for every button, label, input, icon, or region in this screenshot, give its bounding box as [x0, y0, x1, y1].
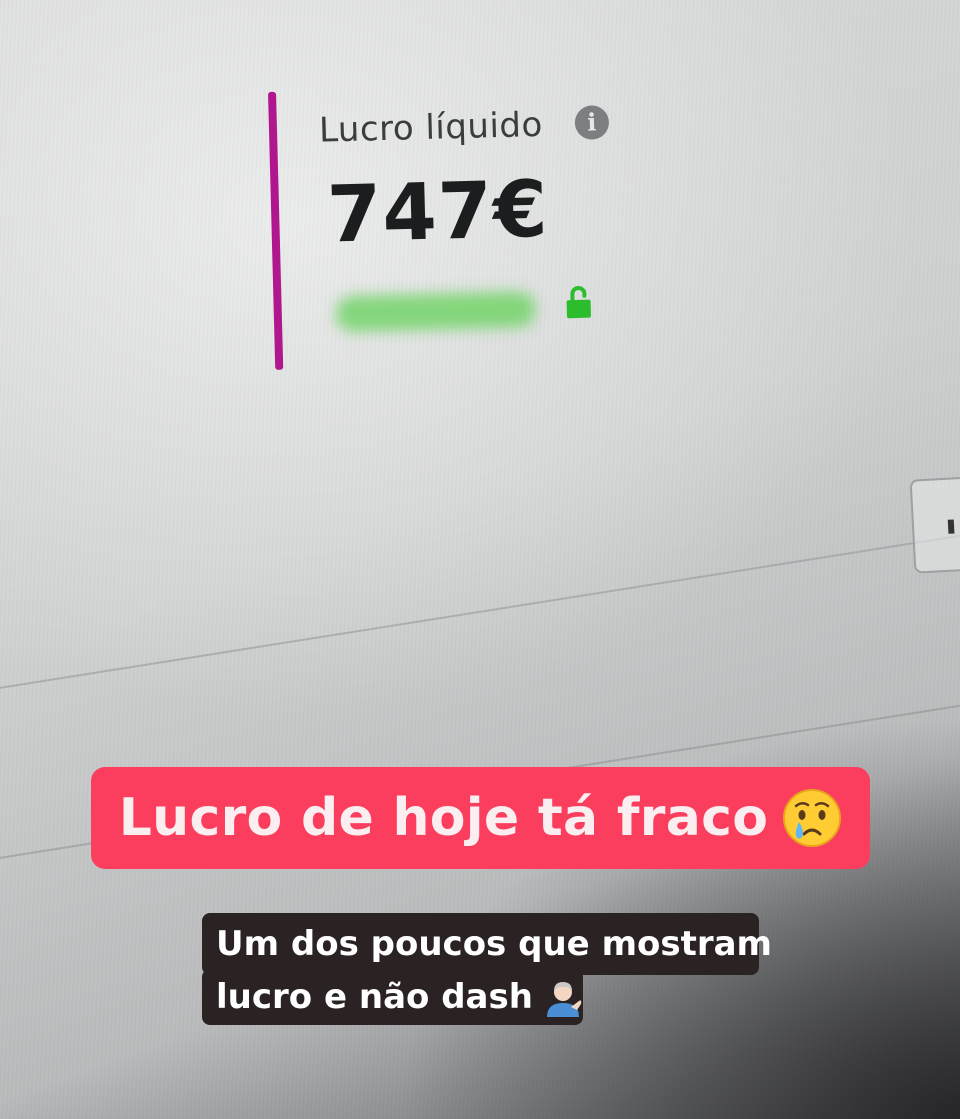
caption-text-1: Um dos poucos que mostram: [216, 924, 772, 964]
net-profit-card: Lucro líquido i 747€: [268, 83, 635, 382]
info-icon[interactable]: i: [574, 105, 610, 140]
metric-label: Lucro líquido: [318, 104, 544, 151]
metric-value: 747€: [326, 164, 550, 261]
blurred-secondary-value: [335, 291, 537, 333]
caption-line-2: lucro e não dash: [202, 969, 583, 1025]
unlocked-padlock-icon[interactable]: [563, 284, 594, 321]
caption-line-1: Um dos poucos que mostram: [202, 913, 772, 975]
person-tipping-hand-emoji: [546, 982, 582, 1017]
headline-caption: Lucro de hoje tá fraco: [91, 767, 870, 869]
caption-text-2: lucro e não dash: [216, 977, 533, 1017]
headline-text: Lucro de hoje tá fraco: [118, 788, 769, 848]
crying-face-emoji: [783, 789, 842, 847]
